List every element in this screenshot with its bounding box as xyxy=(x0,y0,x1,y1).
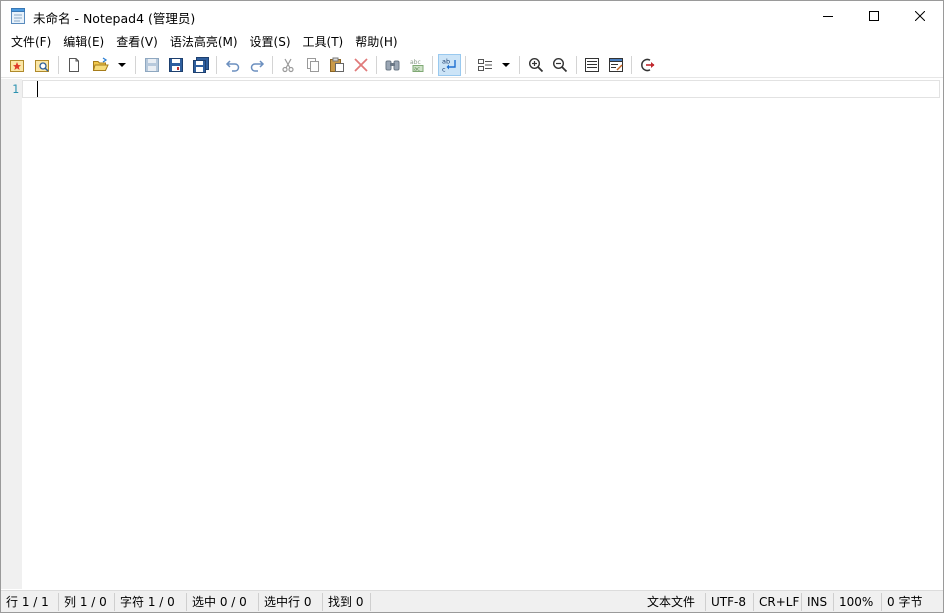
edit-view-button[interactable] xyxy=(606,55,626,75)
new-file-button[interactable] xyxy=(64,55,84,75)
toolbar: abc ac ab c xyxy=(1,52,943,78)
status-selection[interactable]: 选中 0 / 0 xyxy=(187,593,259,611)
save-as-icon xyxy=(169,58,183,72)
save-as-button[interactable] xyxy=(166,55,186,75)
menu-help[interactable]: 帮助(H) xyxy=(349,32,403,52)
svg-text:ab: ab xyxy=(442,58,450,66)
notepad-icon xyxy=(11,8,25,24)
minimize-button[interactable] xyxy=(805,1,851,31)
status-encoding[interactable]: UTF-8 xyxy=(706,593,754,611)
save-all-button[interactable] xyxy=(191,55,211,75)
minimize-icon xyxy=(823,16,833,17)
close-button[interactable] xyxy=(897,1,943,31)
menu-edit[interactable]: 编辑(E) xyxy=(57,32,110,52)
open-browse-button[interactable] xyxy=(32,55,52,75)
toolbar-separator xyxy=(135,56,136,74)
open-folder-icon xyxy=(92,57,109,71)
open-browse-icon xyxy=(35,60,49,72)
exit-icon xyxy=(641,58,655,72)
line-number-gutter: 1 xyxy=(1,79,22,589)
svg-text:ac: ac xyxy=(414,67,420,73)
exit-button[interactable] xyxy=(638,55,658,75)
toolbar-separator xyxy=(272,56,273,74)
svg-text:c: c xyxy=(442,66,446,74)
find-icon xyxy=(385,60,400,71)
status-size[interactable]: 0 字节 xyxy=(882,593,941,611)
menu-syntax[interactable]: 语法高亮(M) xyxy=(164,32,244,52)
scheme-dropdown[interactable] xyxy=(499,55,513,75)
zoom-in-icon xyxy=(528,57,544,73)
redo-button[interactable] xyxy=(247,55,267,75)
find-button[interactable] xyxy=(383,55,403,75)
delete-button[interactable] xyxy=(351,55,371,75)
favorites-button[interactable] xyxy=(7,55,27,75)
paste-icon xyxy=(330,57,344,72)
delete-icon xyxy=(354,58,368,72)
redo-icon xyxy=(250,60,265,72)
copy-button[interactable] xyxy=(303,55,323,75)
favorites-icon xyxy=(10,60,24,72)
menu-file[interactable]: 文件(F) xyxy=(5,32,57,52)
status-chars[interactable]: 字符 1 / 0 xyxy=(115,593,187,611)
text-caret xyxy=(37,81,38,97)
zoom-in-button[interactable] xyxy=(526,55,546,75)
paste-button[interactable] xyxy=(327,55,347,75)
undo-icon xyxy=(225,60,240,72)
status-file-type[interactable]: 文本文件 xyxy=(642,593,706,611)
current-line-highlight xyxy=(22,80,940,98)
maximize-icon xyxy=(869,11,879,21)
zoom-out-icon xyxy=(552,57,568,73)
toolbar-separator xyxy=(432,56,433,74)
status-insert-mode[interactable]: INS xyxy=(802,593,834,611)
menu-view[interactable]: 查看(V) xyxy=(110,32,164,52)
toolbar-separator xyxy=(465,56,466,74)
copy-icon xyxy=(307,58,319,72)
status-found[interactable]: 找到 0 xyxy=(323,593,371,611)
toolbar-separator xyxy=(576,56,577,74)
scheme-button[interactable] xyxy=(475,55,495,75)
new-file-icon xyxy=(69,58,79,72)
menu-settings[interactable]: 设置(S) xyxy=(244,32,297,52)
toolbar-separator xyxy=(631,56,632,74)
line-number: 1 xyxy=(12,82,19,96)
status-column[interactable]: 列 1 / 0 xyxy=(59,593,115,611)
menu-tools[interactable]: 工具(T) xyxy=(297,32,350,52)
toolbar-separator xyxy=(519,56,520,74)
status-bar: 行 1 / 1 列 1 / 0 字符 1 / 0 选中 0 / 0 选中行 0 … xyxy=(1,590,943,612)
cut-button[interactable] xyxy=(278,55,298,75)
save-all-icon xyxy=(193,57,209,73)
scheme-icon xyxy=(478,59,492,71)
word-wrap-icon: ab c xyxy=(442,58,456,74)
svg-text:abc: abc xyxy=(410,59,421,66)
toolbar-separator xyxy=(376,56,377,74)
view-list-icon xyxy=(585,58,599,72)
close-icon xyxy=(915,11,925,21)
status-line[interactable]: 行 1 / 1 xyxy=(1,593,59,611)
cut-icon xyxy=(282,58,294,73)
save-button[interactable] xyxy=(142,55,162,75)
dropdown-arrow-icon xyxy=(118,63,126,67)
title-bar[interactable]: 未命名 - Notepad4 (管理员) xyxy=(1,1,943,32)
menu-bar: 文件(F) 编辑(E) 查看(V) 语法高亮(M) 设置(S) 工具(T) 帮助… xyxy=(1,32,943,52)
toolbar-separator xyxy=(216,56,217,74)
undo-button[interactable] xyxy=(223,55,243,75)
word-wrap-button[interactable]: ab c xyxy=(438,54,461,76)
toolbar-separator xyxy=(58,56,59,74)
zoom-out-button[interactable] xyxy=(550,55,570,75)
status-line-ending[interactable]: CR+LF xyxy=(754,593,802,611)
notepad-window: 未命名 - Notepad4 (管理员) 文件(F) 编辑(E) 查看(V) 语… xyxy=(0,0,944,613)
open-file-button[interactable] xyxy=(91,55,111,75)
save-icon xyxy=(145,58,159,72)
open-recent-dropdown[interactable] xyxy=(115,55,129,75)
maximize-button[interactable] xyxy=(851,1,897,31)
edit-view-icon xyxy=(609,58,623,72)
view-list-button[interactable] xyxy=(582,55,602,75)
scheme-dropdown-icon xyxy=(502,63,510,67)
status-selected-lines[interactable]: 选中行 0 xyxy=(259,593,323,611)
window-title: 未命名 - Notepad4 (管理员) xyxy=(33,11,196,26)
replace-button[interactable]: abc ac xyxy=(407,55,427,75)
status-zoom[interactable]: 100% xyxy=(834,593,882,611)
replace-icon: abc ac xyxy=(410,59,424,73)
editor-area[interactable]: 1 xyxy=(1,79,943,589)
